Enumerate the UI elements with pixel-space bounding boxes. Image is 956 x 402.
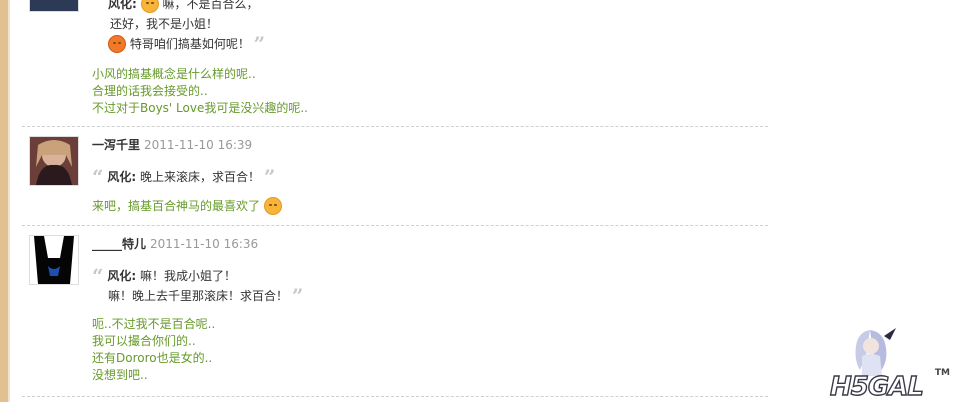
quote-block: 风化: 嘛，不是百合么， 还好，我不是小姐！ 特哥咱们搞基如何呢！ ” [108, 0, 265, 54]
open-quote-icon: “ [92, 264, 104, 288]
reply-line: 还有Dororo也是女的.. [92, 351, 213, 365]
quote-line: “ 风化: 嘛！我成小姐了！ [92, 266, 303, 286]
reply-line: 我可以撮合你们的.. [92, 334, 196, 348]
divider [22, 396, 768, 397]
reply-text: 来吧，搞基百合神马的最喜欢了 [92, 199, 261, 213]
quote-author: 风化: [107, 269, 137, 283]
avatar[interactable] [29, 235, 79, 285]
author-name[interactable]: _____特儿 [92, 237, 146, 251]
smile-emoji-icon [140, 0, 159, 13]
comment-meta: 一泻千里 2011-11-10 16:39 [92, 137, 252, 153]
quote-block: “ 风化: 嘛！我成小姐了！ 嘛！晚上去千里那滚床！求百合！ ” [92, 266, 303, 306]
quote-text: 晚上来滚床，求百合！ [139, 170, 260, 184]
quote-author: 风化: [107, 170, 137, 184]
quote-text: 特哥咱们搞基如何呢！ [129, 37, 250, 51]
logo-text: H5GAL [829, 371, 924, 402]
comment-meta: _____特儿 2011-11-10 16:36 [92, 236, 258, 252]
laugh-emoji-icon [108, 35, 126, 53]
open-quote-icon: “ [92, 165, 104, 189]
author-name[interactable]: 一泻千里 [92, 138, 140, 152]
reply-line: 来吧，搞基百合神马的最喜欢了 [92, 197, 282, 215]
left-border-inner [8, 0, 10, 402]
reply-line: 呃..不过我不是百合呢.. [92, 317, 216, 331]
quote-line: 特哥咱们搞基如何呢！ ” [108, 34, 265, 54]
quote-text: 嘛！晚上去千里那滚床！求百合！ [108, 289, 289, 303]
reply-line: 不过对于Boys' Love我可是没兴趣的呢.. [92, 101, 308, 115]
timestamp: 2011-11-10 16:39 [144, 138, 253, 152]
reply-block: 小风的搞基概念是什么样的呢.. 合理的话我会接受的.. 不过对于Boys' Lo… [92, 66, 308, 117]
comment-item: 风化: 嘛，不是百合么， 还好，我不是小姐！ 特哥咱们搞基如何呢！ ” 小风的搞… [22, 0, 768, 126]
comment-item: 一泻千里 2011-11-10 16:39 “ 风化: 晚上来滚床，求百合！ ” … [22, 127, 768, 225]
close-quote-icon: ” [253, 32, 266, 56]
quote-line: 嘛！晚上去千里那滚床！求百合！ ” [92, 286, 303, 306]
close-quote-icon: ” [263, 165, 276, 189]
reply-line: 小风的搞基概念是什么样的呢.. [92, 67, 256, 81]
timestamp: 2011-11-10 16:36 [150, 237, 259, 251]
quote-line: 风化: 嘛，不是百合么， [108, 0, 265, 14]
quote-text: 嘛！我成小姐了！ [139, 269, 236, 283]
reply-block: 呃..不过我不是百合呢.. 我可以撮合你们的.. 还有Dororo也是女的.. … [92, 316, 215, 384]
comment-item: _____特儿 2011-11-10 16:36 “ 风化: 嘛！我成小姐了！ 嘛… [22, 226, 768, 392]
smile-emoji-icon [263, 197, 282, 215]
quote-text: 还好，我不是小姐！ [110, 17, 219, 31]
reply-line: 没想到吧.. [92, 368, 148, 382]
reply-block: 来吧，搞基百合神马的最喜欢了 [92, 197, 282, 215]
avatar[interactable] [29, 136, 79, 186]
reply-line: 合理的话我会接受的.. [92, 84, 208, 98]
site-watermark-logo: H5GAL TM [826, 326, 956, 402]
quote-block: “ 风化: 晚上来滚床，求百合！ ” [92, 167, 275, 187]
avatar[interactable] [29, 0, 79, 12]
trademark-mark: TM [934, 368, 950, 378]
quote-author: 风化: [108, 0, 137, 11]
quote-text: 嘛，不是百合么， [162, 0, 259, 11]
quote-line: 还好，我不是小姐！ [108, 14, 265, 34]
quote-line: “ 风化: 晚上来滚床，求百合！ ” [92, 167, 275, 187]
close-quote-icon: ” [291, 284, 304, 308]
left-border [0, 0, 8, 402]
